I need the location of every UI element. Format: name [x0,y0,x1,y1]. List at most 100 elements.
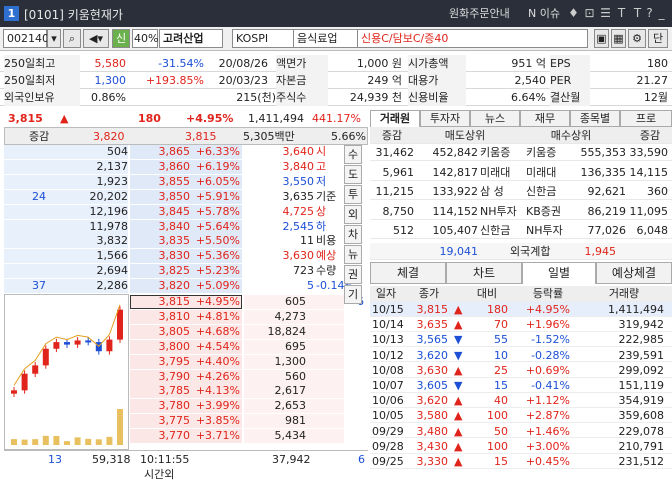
bid-price: 3,780 [158,399,191,413]
stock-name: 고려산업 [159,29,223,48]
buy-qty: 136,335 [580,165,627,179]
tab-3[interactable]: 재무 [520,110,570,127]
shares-label[interactable]: 주식수 [276,89,328,106]
daily-row[interactable]: 10/12 3,620 ▼ 10 -0.28% 239,591 [370,348,672,363]
buy-qty: 92,621 [587,185,627,198]
daily-date: 09/28 [372,439,404,453]
code-dropdown-icon[interactable]: ▾ [47,29,61,48]
tab-1[interactable]: 투자자 [420,110,470,127]
layout-icon[interactable]: ▣ [594,29,609,48]
info-row-2: 250일최저 1,300 +193.85% 20/03/23 자본금 249 억… [0,72,672,89]
trade-tab-3[interactable]: 예상체결 [596,262,672,284]
quote-label: -0.14% [316,279,355,293]
daily-date: 10/15 [372,303,404,316]
trade-tab-0[interactable]: 체결 [370,262,446,284]
daily-rate: +0.45% [525,455,570,468]
side-tab-7[interactable]: 기 [344,285,362,304]
grid-icon[interactable]: ▦ [611,29,626,48]
quote-info-row: 4,725 상 [4,205,344,218]
news-issue-link[interactable]: N 이슈 [528,5,560,21]
daily-rate: +3.00% [525,439,570,453]
volume-bar [53,435,60,445]
tab-0[interactable]: 거래원 [370,110,420,127]
broker-row[interactable]: 8,750 114,152 NH투자 KB증권 86,219 11,095 [370,203,672,220]
daily-row[interactable]: 10/13 3,565 ▼ 55 -1.52% 222,985 [370,332,672,348]
daily-close: 3,480 [416,424,449,438]
daily-row[interactable]: 10/14 3,635 ▲ 70 +1.96% 319,942 [370,317,672,332]
side-tab-0[interactable]: 수 [344,145,362,164]
market-label: KOSPI [232,29,294,48]
broker-header: 증감 매도상위 매수상위 증감 [370,127,672,144]
sell-change: 512 [393,224,414,237]
daily-row[interactable]: 10/07 3,605 ▼ 15 -0.41% 151,119 [370,378,672,393]
gear-icon[interactable]: ⚙ [628,29,646,48]
buy-broker: KB증권 [526,204,561,218]
volume-bar [95,439,102,445]
bid-price: 3,800 [158,339,191,353]
bid-rate: +4.54% [195,339,240,353]
daily-diff: 15 [494,455,508,468]
daily-row[interactable]: 10/05 3,580 ▲ 100 +2.87% 359,608 [370,408,672,424]
daily-row[interactable]: 09/25 3,330 ▲ 15 +0.45% 231,512 [370,454,672,469]
candle-body [74,340,81,345]
broker-row[interactable]: 31,462 452,842 키움증 키움증 555,353 33,590 [370,144,672,161]
daily-date: 10/07 [372,379,404,392]
candle-body [106,339,113,352]
credit-info: 신용C/담보C/증40 [358,29,588,48]
daily-rate: +0.69% [525,363,570,377]
broker-header-cell: 매도상위 [444,129,486,142]
tab-2[interactable]: 뉴스 [470,110,520,127]
bid-rate: +3.99% [195,399,240,413]
trade-tab-2[interactable]: 일별 [522,262,596,284]
quote-info-row: 2,545 하 [4,220,344,233]
daily-row[interactable]: 10/06 3,620 ▲ 40 +1.12% 354,919 [370,393,672,408]
won-order-guide-link[interactable]: 원화주문안내 [449,5,510,21]
link-icon[interactable]: ⊡ [582,6,597,21]
volume-bar [117,409,123,445]
up-arrow-icon: ▲ [454,303,463,316]
candle-body [42,348,49,366]
side-tab-2[interactable]: 투 [344,185,362,204]
buy-broker: 미래대 [526,165,557,179]
bid-qty: 560 [285,369,306,383]
single-mode-button[interactable]: 단 [648,29,668,48]
daily-row[interactable]: 10/08 3,630 ▲ 25 +0.69% 299,092 [370,363,672,378]
daily-volume: 359,608 [618,409,665,423]
daily-row[interactable]: 09/28 3,430 ▲ 100 +3.00% 210,791 [370,439,672,454]
minimize-icon[interactable]: _ [654,6,669,21]
side-tab-5[interactable]: 뉴 [344,245,362,264]
side-tab-1[interactable]: 도 [344,165,362,184]
daily-rate: -1.52% [531,333,570,347]
tab-5[interactable]: 프로 [620,110,672,127]
daily-rate: -0.41% [531,379,570,392]
after-hours-label: 시간외 [144,468,175,481]
daily-row[interactable]: 10/15 3,815 ▲ 180 +4.95% 1,411,494 [370,302,672,317]
list-icon[interactable]: ☰ [598,6,613,21]
broker-row[interactable]: 5,961 142,817 미래대 미래대 136,335 14,115 [370,164,672,181]
volume-bar [42,435,49,445]
sound-icon[interactable]: ◀▾ [83,29,109,48]
broker-row[interactable]: 512 105,407 신한금 NH투자 77,026 6,048 [370,222,672,239]
kiwoom-icon[interactable]: ♦ [566,6,581,21]
credit-badge[interactable]: 신 [112,29,130,48]
stock-code-input[interactable]: 002140 [3,29,49,48]
daily-diff: 100 [487,439,508,453]
quote-label: 고 [316,159,327,173]
side-tab-4[interactable]: 차 [344,225,362,244]
quote-value: 2,545 [282,219,315,233]
broker-row[interactable]: 11,215 133,922 삼 성 신한금 92,621 360 [370,183,672,200]
daily-close: 3,565 [416,333,449,347]
up-arrow-icon: ▲ [60,112,69,125]
trade-tab-1[interactable]: 차트 [446,262,522,284]
side-tab-3[interactable]: 외 [344,205,362,224]
pin-icon[interactable]: T [614,6,629,21]
tab-4[interactable]: 종목별 [570,110,620,127]
bid-price: 3,805 [158,324,191,338]
daily-rate: +2.87% [525,409,570,423]
daily-diff: 100 [487,409,508,423]
daily-diff: 25 [494,363,508,377]
search-icon[interactable]: ⌕ [63,29,81,48]
daily-row[interactable]: 09/29 3,480 ▲ 50 +1.46% 229,078 [370,424,672,439]
side-tab-6[interactable]: 권 [344,265,362,284]
quote-label: 기준 [316,189,337,203]
